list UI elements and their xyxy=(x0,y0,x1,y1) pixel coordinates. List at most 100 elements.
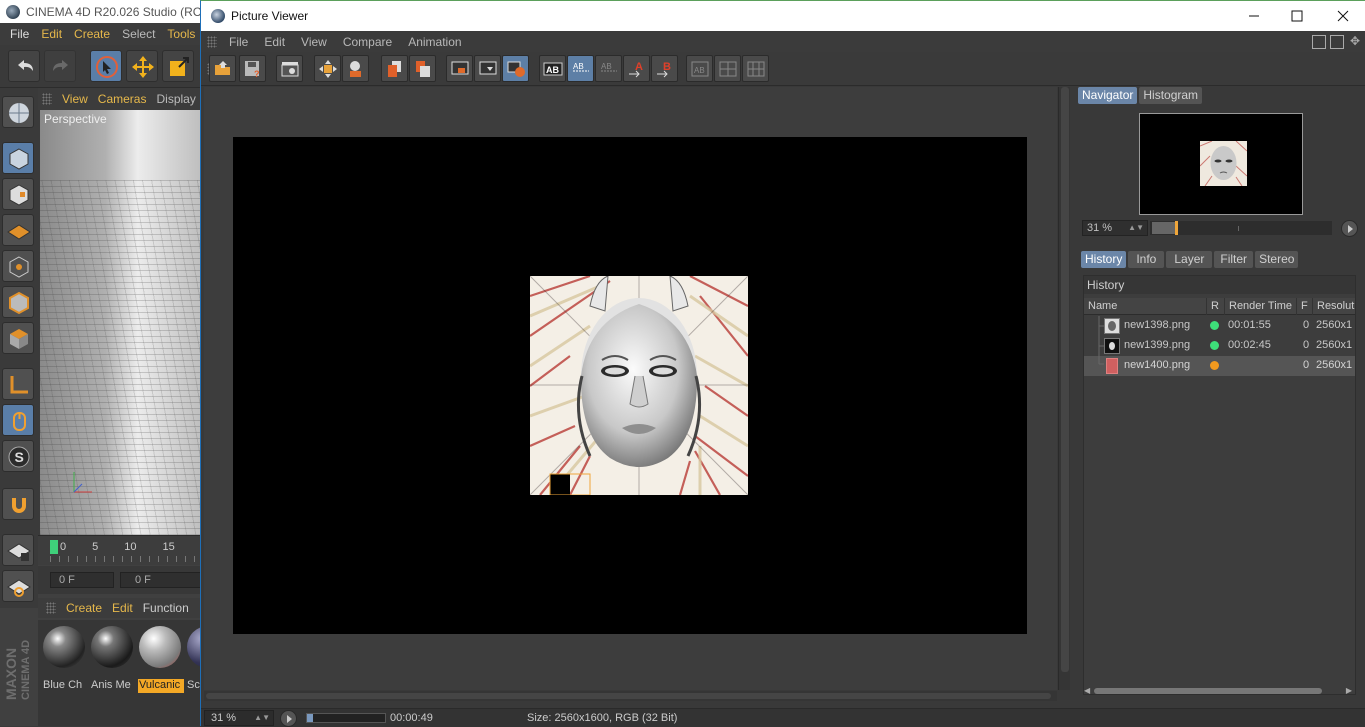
menu-animation[interactable]: Animation xyxy=(400,35,469,49)
paste-button[interactable] xyxy=(409,55,436,82)
maximize-button[interactable] xyxy=(1274,1,1320,31)
workplane-rotate-button[interactable] xyxy=(2,570,34,602)
tab-stereo[interactable]: Stereo xyxy=(1255,251,1299,268)
column-render-time[interactable]: Render Time xyxy=(1224,298,1296,315)
column-r[interactable]: R xyxy=(1206,298,1224,315)
redo-button[interactable] xyxy=(44,50,76,82)
viewport-canvas[interactable]: Perspective xyxy=(40,110,203,535)
current-frame-field[interactable]: 0 F xyxy=(50,572,114,588)
model-mode-button[interactable] xyxy=(2,142,34,174)
minimize-button[interactable] xyxy=(1231,1,1277,31)
copy-button[interactable] xyxy=(381,55,408,82)
ab-compare-button[interactable]: AB xyxy=(539,55,566,82)
stereo-grid-button[interactable] xyxy=(742,55,769,82)
spinner-arrows-icon[interactable]: ▲▼ xyxy=(1128,221,1144,235)
scale-tool-button[interactable] xyxy=(162,50,194,82)
timeline[interactable]: 0 5 10 15 xyxy=(38,535,203,565)
navigator-zoom-field[interactable]: 31 % ▲▼ xyxy=(1082,220,1148,236)
menu-compare[interactable]: Compare xyxy=(335,35,400,49)
view-single-button[interactable] xyxy=(446,55,473,82)
spinner-arrows-icon[interactable]: ▲▼ xyxy=(254,711,270,725)
menu-file[interactable]: File xyxy=(221,35,256,49)
layout-expand-icon[interactable] xyxy=(1330,35,1344,49)
axis-mode-button[interactable] xyxy=(2,368,34,400)
history-scrollbar[interactable]: ◀ ▶ xyxy=(1084,686,1354,696)
ab-split-button[interactable]: AB xyxy=(567,55,594,82)
select-tool-button[interactable] xyxy=(90,50,122,82)
canvas-horizontal-scrollbar[interactable] xyxy=(204,691,1057,701)
stereo-a-button[interactable]: AB xyxy=(686,55,713,82)
ab-swap-button[interactable]: AB xyxy=(595,55,622,82)
navigator-preview[interactable] xyxy=(1139,113,1303,215)
viewport-menu-cameras[interactable]: Cameras xyxy=(98,92,147,106)
fit-screen-button[interactable] xyxy=(314,55,341,82)
grip-handle[interactable] xyxy=(207,36,217,48)
snap-button[interactable]: S xyxy=(2,440,34,472)
c4d-title-bar[interactable]: CINEMA 4D R20.026 Studio (RC - R xyxy=(0,0,203,23)
picture-viewer-title-bar[interactable]: Picture Viewer xyxy=(201,1,1365,31)
texture-mode-button[interactable] xyxy=(2,178,34,210)
tab-navigator[interactable]: Navigator xyxy=(1078,87,1138,104)
close-button[interactable] xyxy=(1320,1,1365,31)
image-canvas-area[interactable] xyxy=(204,87,1057,690)
scroll-right-icon[interactable]: ▶ xyxy=(1346,686,1352,695)
scroll-left-icon[interactable]: ◀ xyxy=(1084,686,1090,695)
render-settings-button[interactable] xyxy=(276,55,303,82)
tab-info[interactable]: Info xyxy=(1128,251,1165,268)
move-tool-button[interactable] xyxy=(126,50,158,82)
tab-history[interactable]: History xyxy=(1081,251,1127,268)
workplane-button[interactable] xyxy=(2,214,34,246)
edges-mode-button[interactable] xyxy=(2,286,34,318)
magnet-button[interactable] xyxy=(2,488,34,520)
material-swatch[interactable]: Blue Ch xyxy=(42,626,86,691)
view-full-button[interactable] xyxy=(474,55,501,82)
material-menu-function[interactable]: Function xyxy=(143,601,189,615)
view-region-button[interactable] xyxy=(502,55,529,82)
scroll-thumb[interactable] xyxy=(1094,688,1322,694)
tweak-mode-button[interactable] xyxy=(2,404,34,436)
c4d-menu-create[interactable]: Create xyxy=(68,27,116,41)
history-row[interactable]: new1399.png 00:02:45 0 2560x1 xyxy=(1084,336,1355,356)
status-zoom-field[interactable]: 31 % ▲▼ xyxy=(204,710,274,726)
viewport-menu-display[interactable]: Display xyxy=(156,92,195,106)
menu-view[interactable]: View xyxy=(293,35,335,49)
tab-layer[interactable]: Layer xyxy=(1166,251,1213,268)
edit-mode-button[interactable] xyxy=(2,96,34,128)
viewport-menu-view[interactable]: View xyxy=(62,92,88,106)
tab-histogram[interactable]: Histogram xyxy=(1139,87,1203,104)
menu-edit[interactable]: Edit xyxy=(256,35,293,49)
grip-handle[interactable] xyxy=(42,93,52,105)
c4d-menu-select[interactable]: Select xyxy=(116,27,161,41)
open-button[interactable] xyxy=(209,55,236,82)
polygons-mode-button[interactable] xyxy=(2,322,34,354)
material-swatch[interactable]: Anis Me xyxy=(90,626,134,691)
material-menu-edit[interactable]: Edit xyxy=(112,601,133,615)
save-button[interactable]: ? xyxy=(239,55,266,82)
c4d-menu-edit[interactable]: Edit xyxy=(35,27,68,41)
history-row[interactable]: new1400.png 0 2560x1 xyxy=(1084,356,1355,376)
navigator-zoom-slider[interactable] xyxy=(1150,221,1332,235)
points-mode-button[interactable] xyxy=(2,250,34,282)
start-frame-field[interactable]: 0 F xyxy=(120,572,203,588)
column-name[interactable]: Name xyxy=(1084,298,1206,315)
tab-filter[interactable]: Filter xyxy=(1214,251,1254,268)
navigator-play-button[interactable] xyxy=(1341,220,1358,237)
grip-handle[interactable] xyxy=(46,602,56,614)
canvas-vertical-scrollbar[interactable] xyxy=(1058,87,1070,690)
column-resolution[interactable]: Resolut xyxy=(1312,298,1355,315)
render-frame[interactable] xyxy=(233,137,1027,634)
lock-grid-button[interactable] xyxy=(2,534,34,566)
history-row[interactable]: new1398.png 00:01:55 0 2560x1 xyxy=(1084,316,1355,336)
c4d-menu-file[interactable]: File xyxy=(4,27,35,41)
c4d-menu-tools[interactable]: Tools xyxy=(161,27,201,41)
stereo-b-button[interactable] xyxy=(714,55,741,82)
material-menu-create[interactable]: Create xyxy=(66,601,102,615)
set-a-button[interactable]: A xyxy=(623,55,650,82)
zoom-slider-knob[interactable] xyxy=(1175,221,1179,235)
layout-toggle-icon[interactable] xyxy=(1312,35,1326,49)
perspective-viewport[interactable]: View Cameras Display Perspective xyxy=(38,88,203,535)
material-swatch[interactable]: Vulcanic xyxy=(138,626,184,693)
status-play-button[interactable] xyxy=(280,710,297,727)
zoom-button[interactable] xyxy=(342,55,369,82)
scroll-thumb[interactable] xyxy=(1061,87,1069,672)
